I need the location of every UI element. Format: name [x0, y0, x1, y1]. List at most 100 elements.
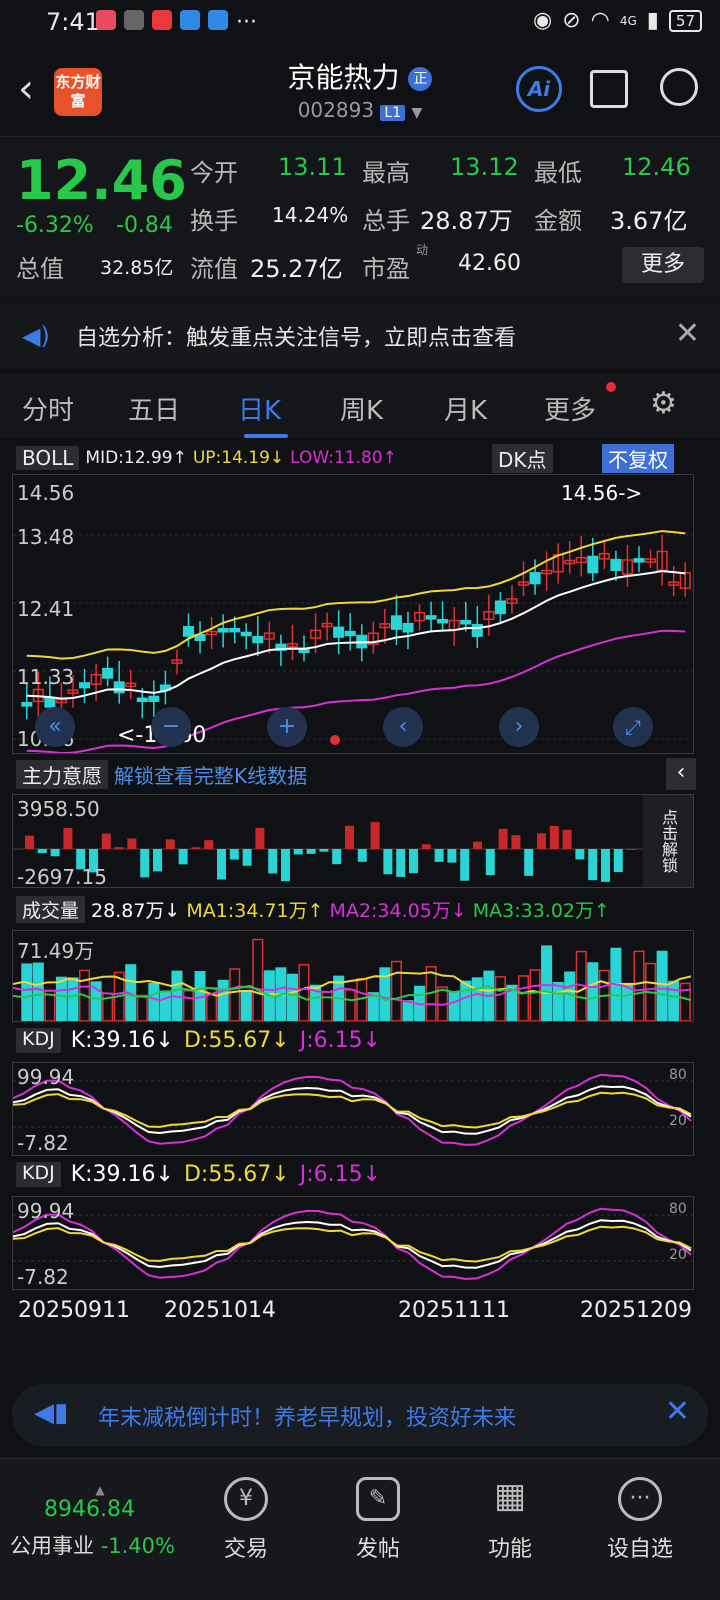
main-force-bar — [63, 828, 73, 849]
dk-point-button[interactable]: DK点 — [492, 444, 553, 473]
main-force-bar — [319, 849, 329, 852]
tab-more[interactable]: 更多 — [544, 390, 596, 427]
more-button[interactable]: 更多 — [622, 247, 704, 283]
low-label: 最低 — [534, 159, 582, 187]
tab-weekly-k[interactable]: 周K — [340, 390, 383, 427]
kline-svg — [13, 530, 693, 755]
volume-bar — [541, 945, 553, 1022]
volume-bar — [182, 990, 195, 1022]
volume-bar — [390, 960, 402, 1022]
tab-intraday[interactable]: 分时 — [22, 390, 74, 427]
ai-button[interactable]: Ai — [516, 66, 562, 112]
tab-daily-k[interactable]: 日K — [238, 390, 281, 427]
tab-monthly-k[interactable]: 月K — [444, 390, 487, 427]
volume-bar — [402, 1000, 414, 1022]
candle-body — [217, 628, 229, 633]
kdj1-j: J:6.15↓ — [299, 1028, 382, 1053]
date-label-2: 20251014 — [164, 1298, 276, 1323]
zoom-out-icon[interactable]: − — [151, 707, 191, 747]
main-force-selector[interactable]: 主力意愿 — [16, 760, 108, 789]
promo-text: 年末减税倒计时！养老早规划，投资好未来 — [98, 1406, 517, 1431]
open-label: 今开 — [190, 159, 238, 187]
kdj2-legend: KDJ K:39.16↓ D:55.67↓ J:6.15↓ — [16, 1162, 381, 1187]
main-force-bar — [268, 849, 278, 874]
volume-bar — [32, 962, 44, 1022]
kdj2-selector[interactable]: KDJ — [16, 1162, 61, 1187]
candle-body — [333, 626, 345, 638]
network-label: 4G — [619, 13, 637, 28]
boll-up-line — [26, 530, 686, 660]
trade-button[interactable]: ¥ 交易 — [196, 1477, 296, 1563]
candle-body — [21, 701, 33, 707]
post-label: 发帖 — [355, 1537, 400, 1562]
kdj2-80: 80 — [669, 1201, 687, 1217]
boll-selector[interactable]: BOLL — [16, 446, 80, 470]
float-value: 25.27亿 — [250, 255, 343, 283]
boll-up: UP:14.19↓ — [192, 448, 285, 468]
volume-bar — [494, 976, 506, 1022]
post-button[interactable]: ✎ 发帖 — [328, 1477, 428, 1563]
date-label-3: 20251111 — [398, 1298, 510, 1323]
adjust-button[interactable]: 不复权 — [602, 444, 674, 473]
volume-bar — [55, 976, 67, 1022]
candle-body — [148, 695, 160, 702]
kdj2-bottom: -7.82 — [17, 1265, 69, 1289]
high-label: 最高 — [362, 159, 410, 187]
kdj-d-line — [12, 1225, 692, 1263]
stock-name: 京能热力 — [287, 61, 400, 94]
kdj1-k: K:39.16↓ — [70, 1028, 174, 1053]
kdj1-legend: KDJ K:39.16↓ D:55.67↓ J:6.15↓ — [16, 1028, 381, 1053]
status-bar: 7:41 ··· ◉ ⊘ ◠ 4G ▮ 57 — [0, 0, 720, 44]
turnover-label: 换手 — [190, 207, 238, 235]
volume-bar — [633, 950, 645, 1022]
promo-banner[interactable]: ◀▮ 年末减税倒计时！养老早规划，投资好未来 ✕ — [12, 1384, 708, 1446]
notice-bar[interactable]: ◀) 自选分析：触发重点关注信号，立即点击查看 ✕ — [0, 304, 720, 368]
gear-icon[interactable]: ⚙ — [650, 386, 677, 421]
prev-icon[interactable]: ‹ — [383, 707, 423, 747]
stock-header: ‹ 东方财富 京能热力 正 002893 L1 ▼ Ai — [0, 44, 720, 134]
next-icon[interactable]: › — [499, 707, 539, 747]
max-marker: 14.56-> — [561, 481, 643, 505]
tab-five-day[interactable]: 五日 — [128, 390, 180, 427]
add-watchlist-button[interactable]: ··· 设自选 — [590, 1477, 690, 1563]
share-icon[interactable] — [590, 70, 628, 108]
main-force-panel: 3958.50 -2697.15 点击解锁 — [12, 794, 694, 889]
main-force-svg — [13, 822, 643, 882]
unlock-link[interactable]: 解锁查看完整K线数据 — [114, 760, 307, 789]
fullscreen-icon[interactable]: ⤢ — [613, 707, 653, 747]
volume-bar — [448, 991, 460, 1022]
functions-button[interactable]: ▦ 功能 — [460, 1477, 560, 1563]
collapse-icon[interactable]: ‹ — [666, 758, 696, 790]
volume-value: 28.87万 — [420, 207, 513, 235]
volume-bar — [668, 980, 680, 1022]
main-force-bar — [434, 849, 444, 862]
sector-index[interactable]: ▲ 8946.84 公用事业 -1.40% — [10, 1483, 190, 1560]
unlock-side-button[interactable]: 点击解锁 — [643, 795, 693, 887]
boll-mid: MID:12.99↑ — [85, 448, 187, 468]
main-force-bar — [575, 849, 585, 860]
volume-bar — [656, 950, 668, 1022]
wifi-icon: ◠ — [590, 8, 610, 33]
volume-bar — [148, 982, 160, 1022]
kdj1-selector[interactable]: KDJ — [16, 1028, 61, 1053]
signal-icon: ▮ — [646, 8, 659, 33]
kdj2-top: 99.94 — [17, 1199, 75, 1223]
megaphone-icon: ◀▮ — [34, 1398, 69, 1428]
volume-bar — [587, 962, 599, 1022]
volume-selector[interactable]: 成交量 — [16, 896, 86, 923]
zoom-in-icon[interactable]: + — [267, 707, 307, 747]
close-icon[interactable]: ✕ — [665, 1394, 690, 1429]
main-force-bar — [204, 840, 214, 849]
boll-mid-line — [26, 570, 686, 700]
kline-panel[interactable]: 14.56 13.48 12.41 11.33 10.26 14.56-> <-… — [12, 474, 694, 755]
candle-body — [182, 626, 195, 637]
volume-svg — [12, 938, 692, 1022]
volume-legend: 成交量 28.87万↓ MA1:34.71万↑ MA2:34.05万↓ MA3:… — [16, 896, 610, 923]
search-icon[interactable] — [660, 68, 698, 106]
change-percent: -6.32% — [16, 213, 94, 238]
main-force-bar — [345, 825, 354, 849]
close-icon[interactable]: ✕ — [675, 316, 700, 351]
scroll-left-icon[interactable]: « — [35, 707, 75, 747]
status-right: ◉ ⊘ ◠ 4G ▮ 57 — [533, 8, 702, 33]
dk-point-marker — [330, 735, 340, 745]
